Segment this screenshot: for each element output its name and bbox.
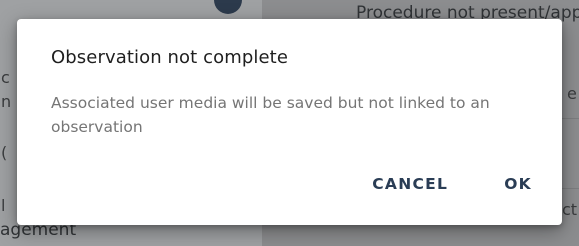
background-text-fragment: e: [567, 84, 577, 103]
dialog-title: Observation not complete: [51, 47, 289, 68]
background-text-fragment: (: [1, 143, 8, 162]
cancel-button[interactable]: CANCEL: [372, 175, 448, 193]
app-screen: Procedure not present/appli agement c n …: [0, 0, 579, 246]
background-text-fragment: n: [1, 92, 12, 111]
dialog-message: Associated user media will be saved but …: [51, 94, 490, 136]
background-text-fragment: ct: [562, 200, 578, 219]
background-text-fragment: l: [1, 196, 6, 215]
observation-incomplete-dialog: Observation not complete Associated user…: [17, 19, 562, 225]
dialog-actions: CANCEL OK: [372, 175, 532, 193]
background-text-fragment: c: [1, 68, 10, 87]
ok-button[interactable]: OK: [504, 175, 532, 193]
